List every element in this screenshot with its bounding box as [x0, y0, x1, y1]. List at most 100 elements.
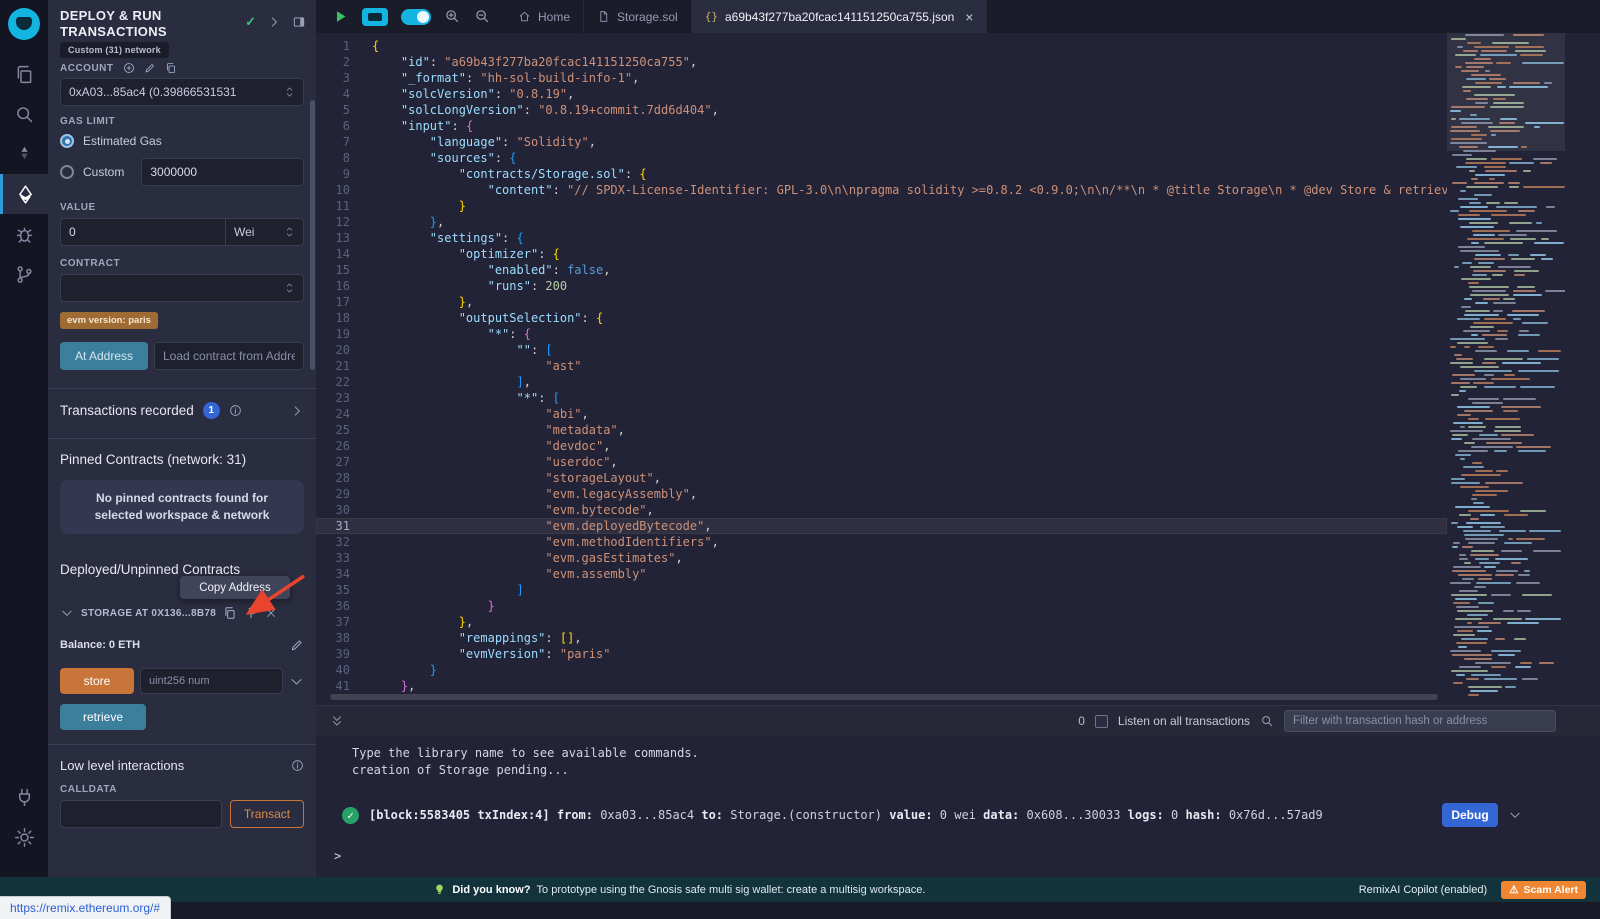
- code-line[interactable]: 10 "content": "// SPDX-License-Identifie…: [316, 182, 1447, 198]
- code-line[interactable]: 1{: [316, 38, 1447, 54]
- solidity-compiler-icon[interactable]: [0, 134, 48, 174]
- deploy-run-icon[interactable]: [0, 174, 48, 214]
- custom-gas-radio[interactable]: [60, 165, 74, 179]
- at-address-input[interactable]: [163, 349, 295, 363]
- edit-balance-icon[interactable]: [290, 638, 304, 652]
- edit-account-icon[interactable]: [144, 62, 156, 74]
- code-line[interactable]: 40 }: [316, 662, 1447, 678]
- code-line[interactable]: 24 "abi",: [316, 406, 1447, 422]
- collapse-terminal-icon[interactable]: [330, 714, 344, 728]
- collapse-instance-icon[interactable]: [60, 606, 74, 620]
- terminal-filter-input[interactable]: [1284, 710, 1556, 732]
- code-line[interactable]: 4 "solcVersion": "0.8.19",: [316, 86, 1447, 102]
- expand-params-icon[interactable]: [289, 674, 304, 689]
- search-icon[interactable]: [0, 94, 48, 134]
- tab-home[interactable]: Home: [505, 0, 584, 33]
- retrieve-button[interactable]: retrieve: [60, 704, 146, 730]
- code-line[interactable]: 37 },: [316, 614, 1447, 630]
- copilot-status[interactable]: RemixAI Copilot (enabled): [1359, 884, 1487, 896]
- tab-build-info-json[interactable]: {} a69b43f277ba20fcac141151250ca755.json…: [692, 0, 988, 33]
- copy-account-icon[interactable]: [165, 62, 177, 74]
- code-line[interactable]: 34 "evm.assembly": [316, 566, 1447, 582]
- code-line[interactable]: 2 "id": "a69b43f277ba20fcac141151250ca75…: [316, 54, 1447, 70]
- value-unit-select[interactable]: Wei: [226, 218, 304, 246]
- close-tab-icon[interactable]: ×: [965, 9, 973, 25]
- code-line[interactable]: 35 ]: [316, 582, 1447, 598]
- code-line[interactable]: 11 }: [316, 198, 1447, 214]
- code-line[interactable]: 39 "evmVersion": "paris": [316, 646, 1447, 662]
- calldata-input[interactable]: [69, 807, 213, 821]
- code-line[interactable]: 3 "_format": "hh-sol-build-info-1",: [316, 70, 1447, 86]
- pin-side-panel-icon[interactable]: [292, 15, 306, 29]
- code-line[interactable]: 23 "*": [: [316, 390, 1447, 406]
- store-param-input[interactable]: [149, 675, 274, 687]
- remove-instance-icon[interactable]: [265, 607, 277, 619]
- tab-storage-sol[interactable]: Storage.sol: [584, 0, 692, 33]
- code-line[interactable]: 8 "sources": {: [316, 150, 1447, 166]
- plugin-manager-icon[interactable]: [0, 777, 48, 817]
- code-line[interactable]: 17 },: [316, 294, 1447, 310]
- estimated-gas-radio[interactable]: [60, 134, 74, 148]
- remix-logo[interactable]: [8, 8, 40, 40]
- listen-all-checkbox[interactable]: [1095, 715, 1108, 728]
- code-line[interactable]: 14 "optimizer": {: [316, 246, 1447, 262]
- debug-button[interactable]: Debug: [1442, 803, 1498, 827]
- code-line[interactable]: 7 "language": "Solidity",: [316, 134, 1447, 150]
- settings-icon[interactable]: [0, 817, 48, 857]
- low-level-info-icon[interactable]: [291, 759, 304, 772]
- store-button[interactable]: store: [60, 668, 134, 694]
- zoom-out-icon[interactable]: [474, 8, 491, 25]
- value-input[interactable]: [69, 225, 217, 239]
- expand-tx-icon[interactable]: [1508, 808, 1522, 822]
- chevron-right-icon[interactable]: [267, 15, 281, 29]
- transaction-row[interactable]: ✓ [block:5583405 txIndex:4] from: 0xa03.…: [342, 803, 1600, 827]
- at-address-button[interactable]: At Address: [60, 342, 148, 370]
- panel-scrollbar[interactable]: [310, 100, 315, 370]
- file-explorer-icon[interactable]: [0, 54, 48, 94]
- code-line[interactable]: 9 "contracts/Storage.sol": {: [316, 166, 1447, 182]
- code-line[interactable]: 27 "userdoc",: [316, 454, 1447, 470]
- code-line[interactable]: 6 "input": {: [316, 118, 1447, 134]
- code-line[interactable]: 18 "outputSelection": {: [316, 310, 1447, 326]
- code-line[interactable]: 29 "evm.legacyAssembly",: [316, 486, 1447, 502]
- code-line[interactable]: 25 "metadata",: [316, 422, 1447, 438]
- code-line[interactable]: 31 "evm.deployedBytecode",: [316, 518, 1447, 534]
- code-line[interactable]: 28 "storageLayout",: [316, 470, 1447, 486]
- ai-assistant-icon[interactable]: [362, 8, 388, 26]
- code-line[interactable]: 32 "evm.methodIdentifiers",: [316, 534, 1447, 550]
- contract-select[interactable]: [60, 274, 304, 302]
- copilot-toggle[interactable]: [401, 9, 431, 25]
- minimap[interactable]: [1447, 33, 1565, 705]
- copy-address-icon[interactable]: [223, 606, 237, 620]
- debugger-icon[interactable]: [0, 214, 48, 254]
- code-line[interactable]: 38 "remappings": [],: [316, 630, 1447, 646]
- code-line[interactable]: 41 },: [316, 678, 1447, 694]
- custom-gas-input[interactable]: [150, 165, 295, 179]
- code-line[interactable]: 15 "enabled": false,: [316, 262, 1447, 278]
- terminal-prompt[interactable]: >: [334, 849, 1600, 863]
- scam-alert-badge[interactable]: ⚠ Scam Alert: [1501, 881, 1586, 899]
- pin-contract-icon[interactable]: [244, 606, 258, 620]
- code-line[interactable]: 33 "evm.gasEstimates",: [316, 550, 1447, 566]
- code-line[interactable]: 20 "": [: [316, 342, 1447, 358]
- add-account-icon[interactable]: [123, 62, 135, 74]
- code-line[interactable]: 30 "evm.bytecode",: [316, 502, 1447, 518]
- code-line[interactable]: 19 "*": {: [316, 326, 1447, 342]
- code-line[interactable]: 21 "ast": [316, 358, 1447, 374]
- expand-tx-recorded-icon[interactable]: [290, 404, 304, 418]
- code-line[interactable]: 13 "settings": {: [316, 230, 1447, 246]
- code-line[interactable]: 12 },: [316, 214, 1447, 230]
- code-line[interactable]: 5 "solcLongVersion": "0.8.19+commit.7dd6…: [316, 102, 1447, 118]
- code-editor[interactable]: 1{2 "id": "a69b43f277ba20fcac141151250ca…: [316, 33, 1600, 705]
- code-line[interactable]: 26 "devdoc",: [316, 438, 1447, 454]
- editor-hscrollbar[interactable]: [330, 694, 1438, 700]
- zoom-in-icon[interactable]: [444, 8, 461, 25]
- transact-button[interactable]: Transact: [230, 800, 304, 828]
- code-line[interactable]: 36 }: [316, 598, 1447, 614]
- git-icon[interactable]: [0, 254, 48, 294]
- run-script-icon[interactable]: [332, 8, 349, 25]
- code-line[interactable]: 16 "runs": 200: [316, 278, 1447, 294]
- info-icon[interactable]: [229, 404, 242, 417]
- code-line[interactable]: 22 ],: [316, 374, 1447, 390]
- account-select[interactable]: 0xA03...85ac4 (0.39866531531: [60, 78, 304, 106]
